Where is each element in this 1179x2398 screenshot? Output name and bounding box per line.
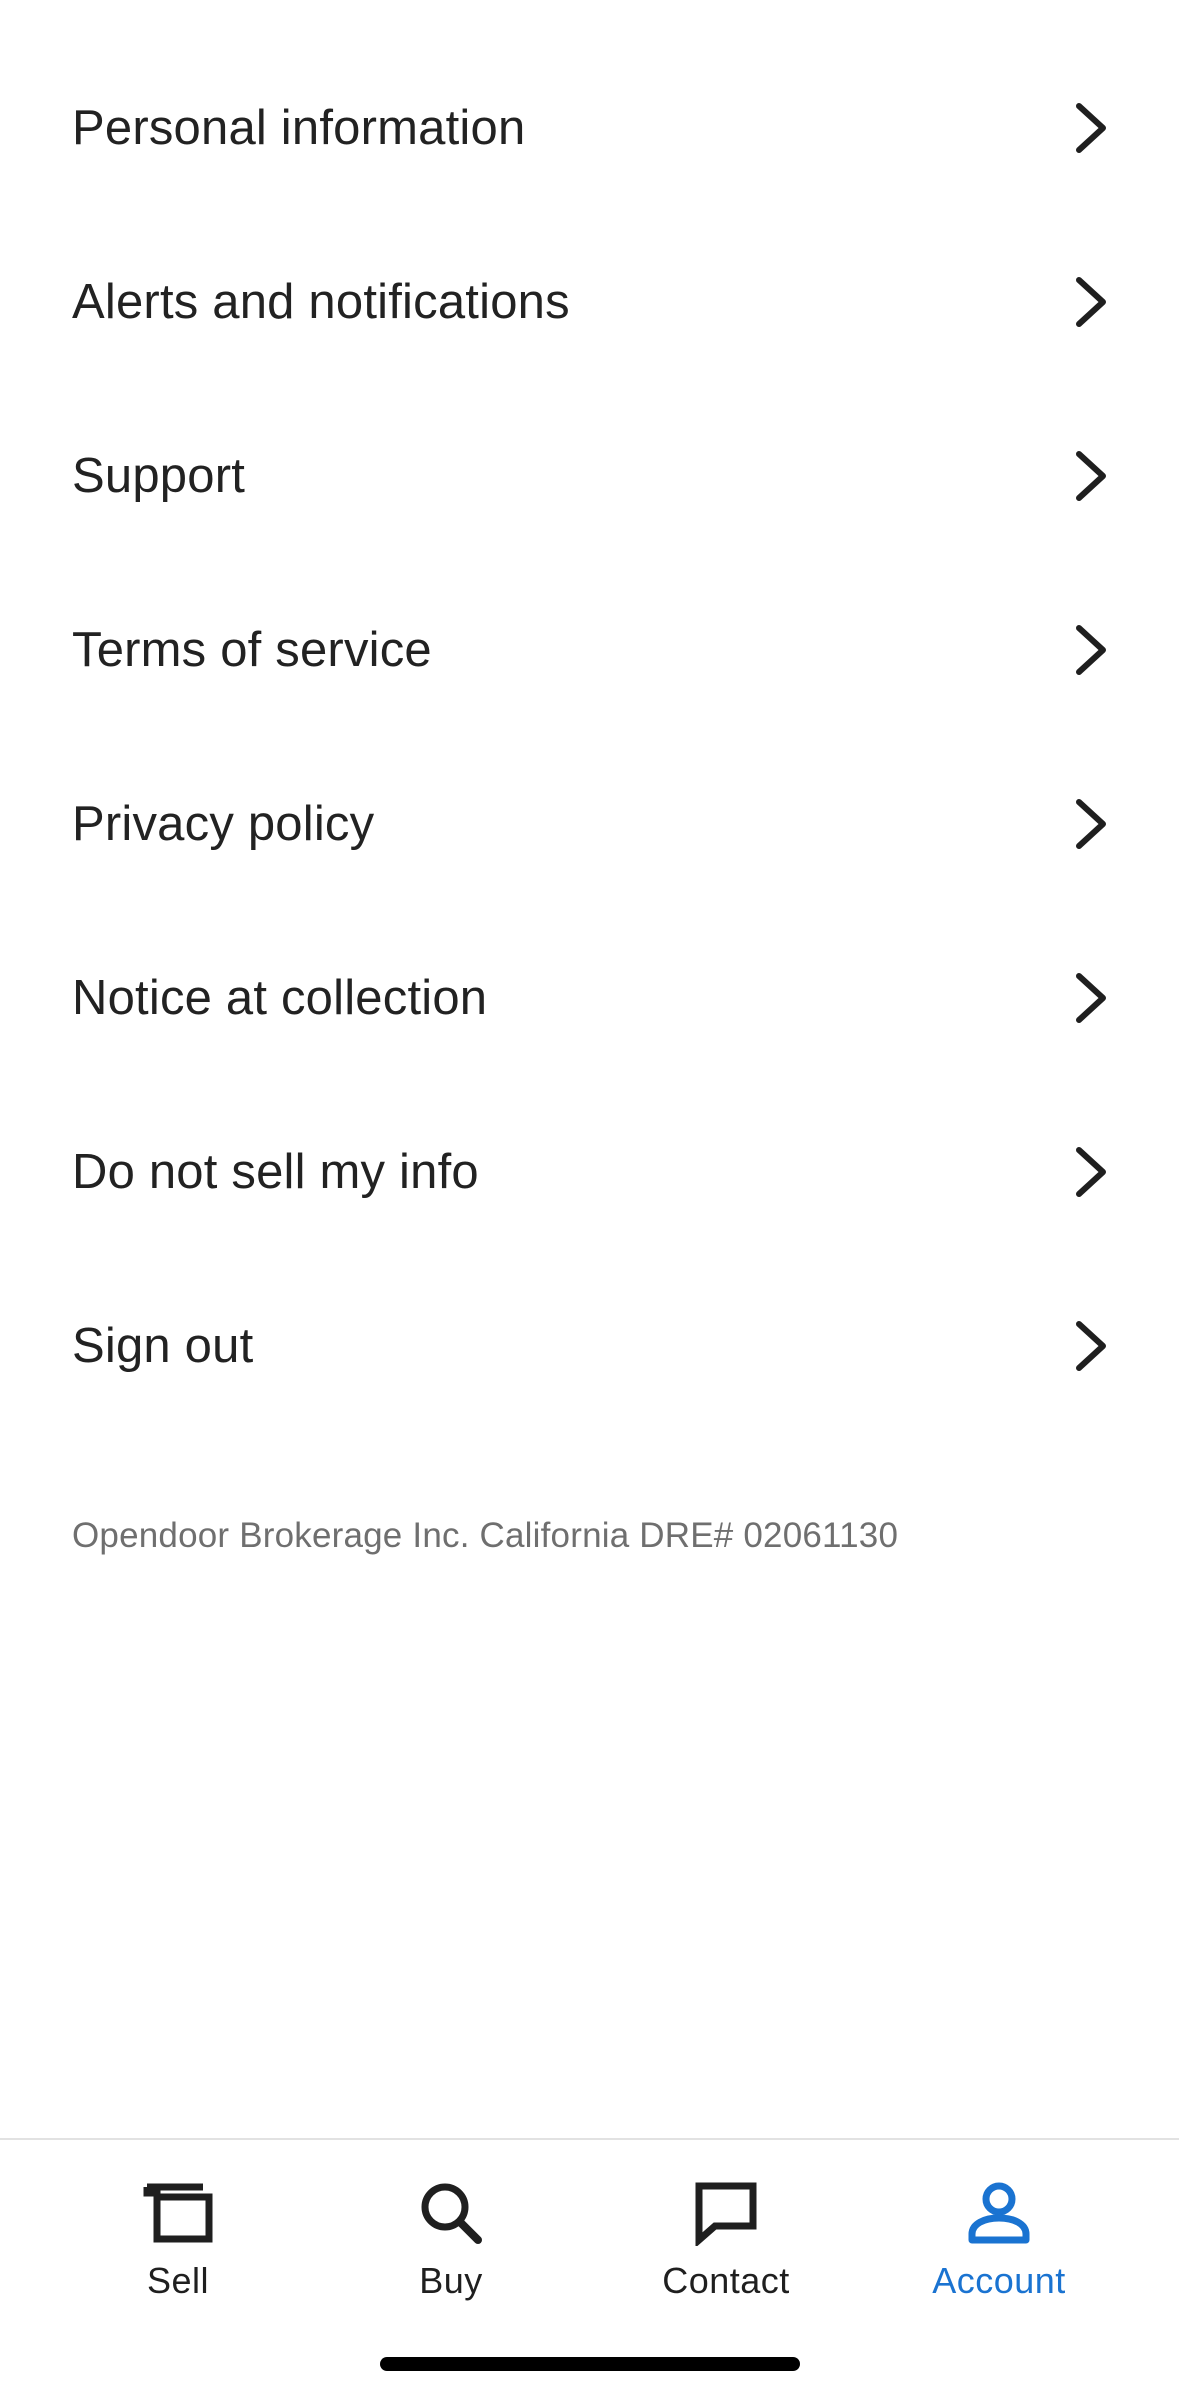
tab-label: Contact <box>662 2260 790 2301</box>
tab-contact[interactable]: Contact <box>591 2140 861 2340</box>
menu-item-terms-of-service[interactable]: Terms of service <box>0 563 1179 737</box>
tab-label: Account <box>932 2260 1066 2301</box>
chevron-right-icon <box>1069 1144 1113 1200</box>
chevron-right-icon <box>1069 448 1113 504</box>
menu-item-label: Alerts and notifications <box>72 275 570 329</box>
menu-item-support[interactable]: Support <box>0 389 1179 563</box>
menu-item-label: Support <box>72 449 246 503</box>
menu-item-do-not-sell-my-info[interactable]: Do not sell my info <box>0 1085 1179 1259</box>
chevron-right-icon <box>1069 100 1113 156</box>
menu-item-label: Privacy policy <box>72 797 375 851</box>
menu-item-label: Personal information <box>72 101 526 155</box>
brokerage-license-note: Opendoor Brokerage Inc. California DRE# … <box>72 1516 899 1555</box>
menu-item-alerts-and-notifications[interactable]: Alerts and notifications <box>0 215 1179 389</box>
home-indicator[interactable] <box>380 2357 800 2371</box>
chevron-right-icon <box>1069 970 1113 1026</box>
person-icon <box>962 2176 1036 2250</box>
tab-label: Sell <box>146 2260 210 2301</box>
sell-icon <box>141 2176 215 2250</box>
chevron-right-icon <box>1069 796 1113 852</box>
tab-account[interactable]: Account <box>864 2140 1134 2340</box>
tab-sell[interactable]: Sell <box>43 2140 313 2340</box>
chevron-right-icon <box>1069 622 1113 678</box>
menu-item-notice-at-collection[interactable]: Notice at collection <box>0 911 1179 1085</box>
tab-buy[interactable]: Buy <box>316 2140 586 2340</box>
menu-item-personal-information[interactable]: Personal information <box>0 41 1179 215</box>
search-icon <box>414 2176 488 2250</box>
tab-label: Buy <box>419 2260 483 2301</box>
menu-item-label: Do not sell my info <box>72 1145 479 1199</box>
menu-item-sign-out[interactable]: Sign out <box>0 1259 1179 1433</box>
menu-item-label: Terms of service <box>72 623 432 677</box>
menu-item-label: Notice at collection <box>72 971 488 1025</box>
chevron-right-icon <box>1069 274 1113 330</box>
menu-item-label: Sign out <box>72 1319 254 1373</box>
chevron-right-icon <box>1069 1318 1113 1374</box>
menu-item-privacy-policy[interactable]: Privacy policy <box>0 737 1179 911</box>
chat-bubble-icon <box>689 2176 763 2250</box>
